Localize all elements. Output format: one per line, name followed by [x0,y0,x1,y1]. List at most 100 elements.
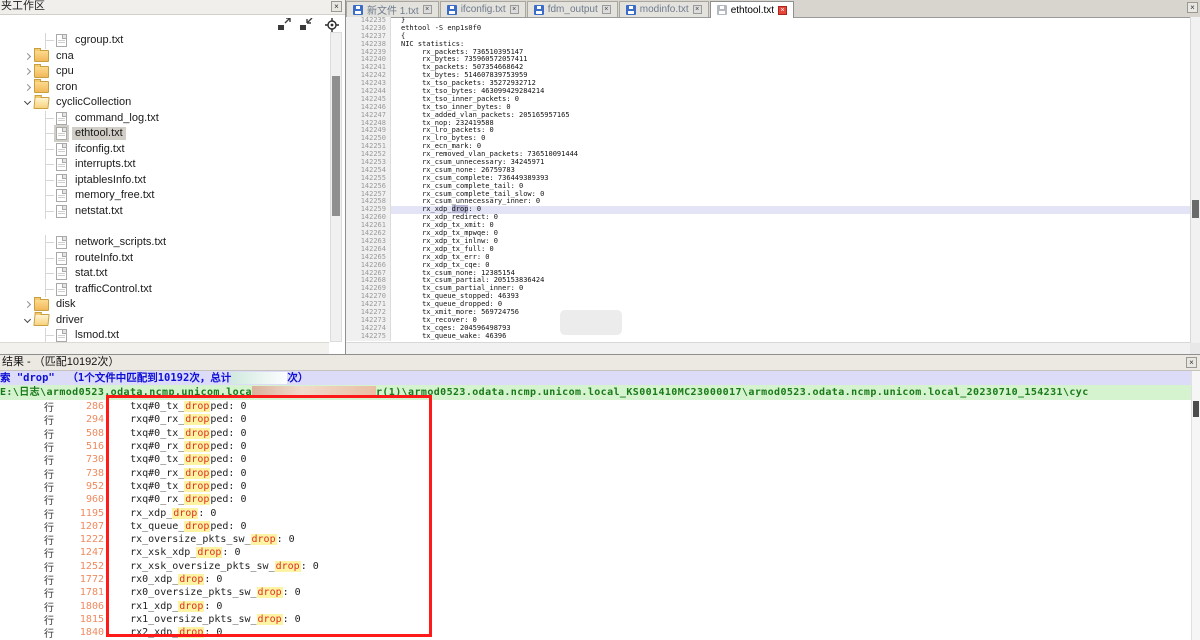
result-row[interactable]: 行738: rxq#0_rx_dropped: 0 [0,466,1190,479]
workspace-panel: 夹工作区 × cgroup.txtcnacpucroncyclicCollect… [0,0,346,354]
result-row[interactable]: 行1815: rx1_oversize_pkts_sw_drop: 0 [0,613,1190,626]
tree-item-command_log.txt[interactable]: command_log.txt [0,111,329,127]
file-icon [56,189,67,202]
saved-floppy-icon [534,5,544,15]
results-scrollbar-thumb[interactable] [1193,401,1199,417]
result-row[interactable]: 行1222: rx_oversize_pkts_sw_drop: 0 [0,533,1190,546]
tree-scrollbar-thumb[interactable] [332,76,340,216]
tree-guide-line [44,173,56,189]
locate-file-icon[interactable] [325,18,339,31]
row-line-number: 1840 [60,627,104,638]
result-file-path[interactable]: E:\日志\armod0523.odata.ncmp.unicom.loca r(… [0,385,1200,400]
editor-line: 142236ethtool -S enp1s0f0 [346,25,1190,33]
results-vertical-scrollbar[interactable] [1191,371,1200,640]
tab-ethtool.txt[interactable]: ethtool.txt× [710,1,794,18]
result-row[interactable]: 行516: rxq#0_rx_dropped: 0 [0,440,1190,453]
editor-text[interactable]: 142235}142236ethtool -S enp1s0f0142237{1… [346,17,1190,343]
row-line-number: 960 [60,494,104,505]
chevron-right-icon[interactable] [22,54,34,59]
tree-horizontal-scrollbar[interactable] [0,342,329,354]
result-row[interactable]: 行730: txq#0_tx_dropped: 0 [0,453,1190,466]
tab-close-icon[interactable]: × [423,5,432,14]
tree-item-memory_free.txt[interactable]: memory_free.txt [0,188,329,204]
row-line-number: 1806 [60,601,104,612]
tree-item-lsmod.txt[interactable]: lsmod.txt [0,328,329,342]
tab-close-icon[interactable]: × [778,6,787,15]
result-row[interactable]: 行508: txq#0_tx_dropped: 0 [0,427,1190,440]
tree-item-label: cna [53,50,77,63]
line-text: tx_recover: 0 [391,317,1190,325]
chevron-right-icon[interactable] [22,302,34,307]
line-text: tx_queue_wake: 46396 [391,333,1190,341]
tree-item-network_scripts.txt[interactable]: network_scripts.txt [0,235,329,251]
chevron-right-icon[interactable] [22,69,34,74]
result-row[interactable]: 行960: rxq#0_rx_dropped: 0 [0,493,1190,506]
result-row[interactable]: 行1207: tx_queue_dropped: 0 [0,520,1190,533]
tree-vertical-scrollbar[interactable] [330,32,342,342]
tree-item-cna[interactable]: cna [0,49,329,65]
tree-item-routeInfo.txt[interactable]: routeInfo.txt [0,251,329,267]
chevron-down-icon[interactable] [22,101,34,104]
result-row[interactable]: 行1247: rx_xsk_xdp_drop: 0 [0,546,1190,559]
saved-floppy-icon [717,5,727,15]
tree-item-trafficControl.txt[interactable]: trafficControl.txt [0,282,329,298]
tab-close-icon[interactable]: × [510,5,519,14]
results-close-icon[interactable]: × [1186,357,1197,368]
tab-新文件-1.txt[interactable]: 新文件 1.txt× [346,1,439,17]
line-text: tx_xmit_more: 569724756 [391,309,1190,317]
editor-close-icon[interactable]: × [1187,2,1198,13]
row-colon: : [104,601,110,612]
row-text: txq#0_tx_dropped: 0 [112,428,246,439]
result-row[interactable]: 行1840: rx2_xdp_drop: 0 [0,626,1190,639]
result-row[interactable]: 行1806: rx1_xdp_drop: 0 [0,599,1190,612]
result-row[interactable]: 行1772: rx0_xdp_drop: 0 [0,573,1190,586]
tree-item-ethtool.txt[interactable]: ethtool.txt [0,126,329,142]
result-row[interactable]: 行1781: rx0_oversize_pkts_sw_drop: 0 [0,586,1190,599]
chevron-right-icon[interactable] [22,85,34,90]
result-row[interactable]: 行286: txq#0_tx_dropped: 0 [0,400,1190,413]
folder-icon [34,299,49,311]
saved-floppy-icon [447,5,457,15]
tree-guide-line [44,188,56,204]
search-match-highlight: drop [196,547,222,558]
tab-close-icon[interactable]: × [602,5,611,14]
tree-guide-line [44,266,56,282]
tree-item-disk[interactable]: disk [0,297,329,313]
tree-item-label: cyclicCollection [53,96,134,109]
tab-fdm_output[interactable]: fdm_output× [527,1,618,17]
tree-item-netstat.txt[interactable]: netstat.txt [0,204,329,220]
result-row[interactable]: 行294: rxq#0_rx_dropped: 0 [0,413,1190,426]
tab-modinfo.txt[interactable]: modinfo.txt× [619,1,709,17]
tab-close-icon[interactable]: × [693,5,702,14]
result-row[interactable]: 行1195: rx_xdp_drop: 0 [0,506,1190,519]
tree-item-driver[interactable]: driver [0,313,329,329]
collapse-all-icon[interactable] [299,18,313,31]
path-text-suffix: r(1)\armod0523.odata.ncmp.unicom.local_K… [376,387,1089,398]
result-row[interactable]: 行1252: rx_xsk_oversize_pkts_sw_drop: 0 [0,560,1190,573]
tree-guide-line [44,111,56,127]
row-text: rx_xdp_drop: 0 [112,508,216,519]
tree-item-cyclicCollection[interactable]: cyclicCollection [0,95,329,111]
tree-item-stat.txt[interactable]: stat.txt [0,266,329,282]
row-text: rx1_xdp_drop: 0 [112,601,222,612]
expand-all-icon[interactable] [277,18,291,31]
workspace-close-icon[interactable]: × [331,1,342,12]
row-text: rx2_xdp_drop: 0 [112,627,222,638]
tree-item-label: stat.txt [72,267,110,280]
tab-ifconfig.txt[interactable]: ifconfig.txt× [440,1,526,17]
editor-scrollbar-thumb[interactable] [1192,200,1199,218]
editor-vertical-scrollbar[interactable] [1190,17,1200,343]
tree-item-ifconfig.txt[interactable]: ifconfig.txt [0,142,329,158]
tree-item-cpu[interactable]: cpu [0,64,329,80]
tree-item-iptablesInfo.txt[interactable]: iptablesInfo.txt [0,173,329,189]
tree-item-cron[interactable]: cron [0,80,329,96]
tree-item-interrupts.txt[interactable]: interrupts.txt [0,157,329,173]
result-row[interactable]: 行952: txq#0_tx_dropped: 0 [0,480,1190,493]
row-line-number: 1247 [60,547,104,558]
chevron-down-icon[interactable] [22,319,34,322]
tree-item-cgroup.txt[interactable]: cgroup.txt [0,33,329,49]
editor-horizontal-scrollbar[interactable] [346,342,1190,354]
path-text-prefix: E:\日志\armod0523.odata.ncmp.unicom.loca [0,387,252,398]
editor-line: 142237{ [346,33,1190,41]
row-line-number: 1252 [60,561,104,572]
